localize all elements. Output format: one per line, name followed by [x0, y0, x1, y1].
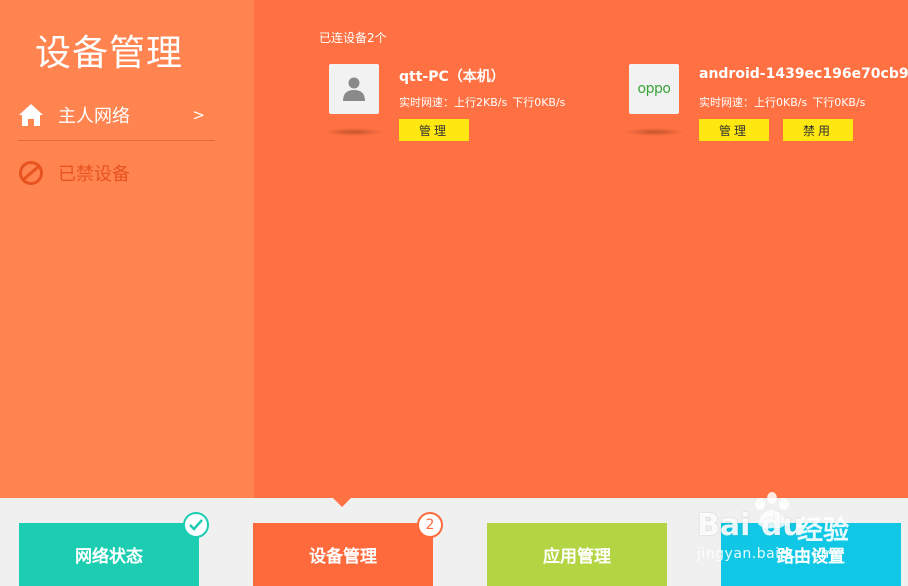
- oppo-logo-text: oppo: [637, 81, 671, 97]
- sidebar-item-home-network[interactable]: 主人网络 >: [18, 90, 215, 141]
- download-speed: 下行0KB/s: [512, 96, 566, 109]
- device-shadow: [323, 128, 385, 136]
- manage-button[interactable]: 管理: [399, 119, 469, 141]
- sidebar-item-label: 已禁设备: [58, 164, 130, 185]
- device-speed: 实时网速：上行2KB/s 下行0KB/s: [399, 94, 565, 110]
- chevron-right-icon: >: [192, 106, 205, 124]
- watermark: Bai du 经验 jingyan.baidu.com: [695, 490, 905, 580]
- blocked-icon: [19, 161, 43, 185]
- watermark-brand: 经验: [797, 516, 850, 546]
- home-icon: [19, 104, 43, 126]
- sidebar-item-blocked-devices[interactable]: 已禁设备: [18, 148, 215, 198]
- notification-badge: 2: [417, 512, 443, 538]
- watermark-url: jingyan.baidu.com: [697, 546, 835, 562]
- manage-button[interactable]: 管理: [699, 119, 769, 141]
- device-list-panel: 已连设备2个 qtt-PC（本机） 实时网速：上行2KB/s 下行0KB/s 管理…: [254, 0, 908, 498]
- upload-speed: 实时网速：上行0KB/s: [699, 96, 808, 109]
- sidebar-item-label: 主人网络: [58, 106, 130, 127]
- ban-button[interactable]: 禁用: [783, 119, 853, 141]
- sidebar: 设备管理 主人网络 > 已禁设备: [0, 0, 254, 498]
- check-icon: [183, 512, 209, 538]
- tab-network-status[interactable]: 网络状态: [19, 523, 199, 586]
- oppo-logo-icon: oppo: [629, 64, 679, 114]
- device-name: qtt-PC（本机）: [399, 69, 505, 85]
- device-card: qtt-PC（本机） 实时网速：上行2KB/s 下行0KB/s 管理: [323, 64, 609, 154]
- connected-count: 已连设备2个: [319, 31, 387, 45]
- tab-app-management[interactable]: 应用管理: [487, 523, 667, 586]
- upload-speed: 实时网速：上行2KB/s: [399, 96, 508, 109]
- device-speed: 实时网速：上行0KB/s 下行0KB/s: [699, 94, 865, 110]
- watermark-logo: Bai du: [697, 508, 804, 543]
- device-name: android-1439ec196e70cb9: [699, 66, 908, 82]
- active-tab-pointer: [333, 498, 351, 507]
- download-speed: 下行0KB/s: [812, 96, 866, 109]
- user-icon: [329, 64, 379, 114]
- device-card: oppo android-1439ec196e70cb9 实时网速：上行0KB/…: [623, 64, 908, 154]
- tab-device-management[interactable]: 设备管理: [253, 523, 433, 586]
- device-shadow: [623, 128, 685, 136]
- page-title: 设备管理: [35, 33, 184, 74]
